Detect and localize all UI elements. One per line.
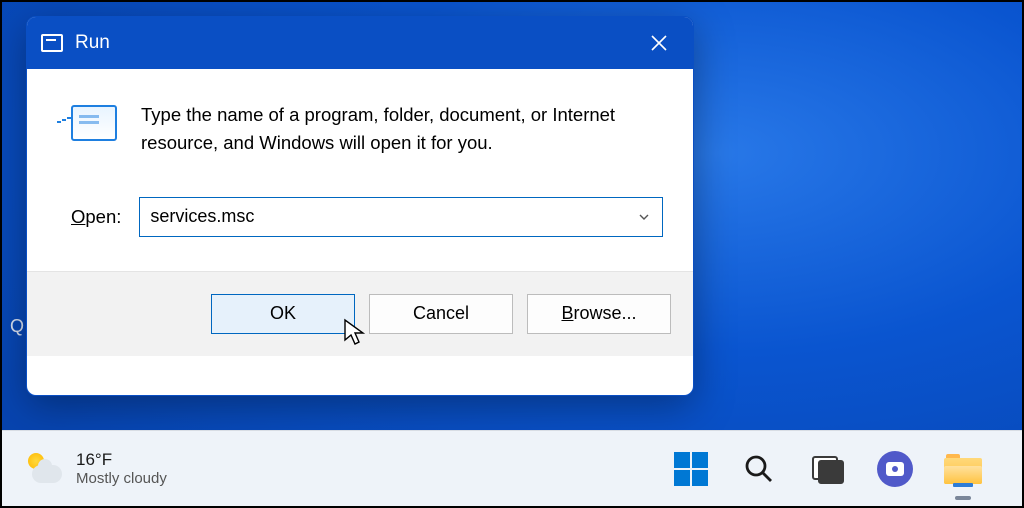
chat-icon (877, 451, 913, 487)
taskbar: 16°F Mostly cloudy (2, 430, 1022, 506)
weather-text: 16°F Mostly cloudy (76, 449, 167, 489)
file-explorer-button[interactable] (938, 444, 988, 494)
browse-button[interactable]: Browse... (527, 294, 671, 334)
search-button[interactable] (734, 444, 784, 494)
open-row: Open: (27, 187, 693, 271)
run-icon (71, 105, 117, 141)
cancel-button[interactable]: Cancel (369, 294, 513, 334)
weather-widget[interactable]: 16°F Mostly cloudy (26, 449, 167, 489)
chat-button[interactable] (870, 444, 920, 494)
open-combobox[interactable] (139, 197, 663, 237)
windows-logo-icon (674, 452, 708, 486)
open-label: Open: (71, 206, 121, 228)
close-button[interactable] (633, 17, 685, 69)
taskbar-items (666, 444, 988, 494)
task-view-icon (812, 456, 842, 482)
weather-temp: 16°F (76, 449, 167, 470)
chevron-down-icon[interactable] (634, 207, 654, 227)
run-title-icon (41, 34, 63, 52)
task-view-button[interactable] (802, 444, 852, 494)
dialog-body: Type the name of a program, folder, docu… (27, 69, 693, 187)
search-icon (744, 454, 774, 484)
folder-icon (944, 454, 982, 484)
desktop-text-fragment: Q (10, 316, 24, 337)
weather-condition: Mostly cloudy (76, 470, 167, 489)
window-title: Run (75, 32, 633, 54)
active-indicator (955, 496, 971, 500)
close-icon (649, 33, 669, 53)
start-button[interactable] (666, 444, 716, 494)
ok-button[interactable]: OK (211, 294, 355, 334)
dialog-description: Type the name of a program, folder, docu… (141, 101, 663, 157)
run-dialog: Run Type the name of a program, folder, … (26, 16, 694, 396)
open-input[interactable] (150, 206, 634, 227)
weather-icon (26, 451, 62, 487)
button-row: OK Cancel Browse... (27, 271, 693, 356)
titlebar[interactable]: Run (27, 17, 693, 69)
